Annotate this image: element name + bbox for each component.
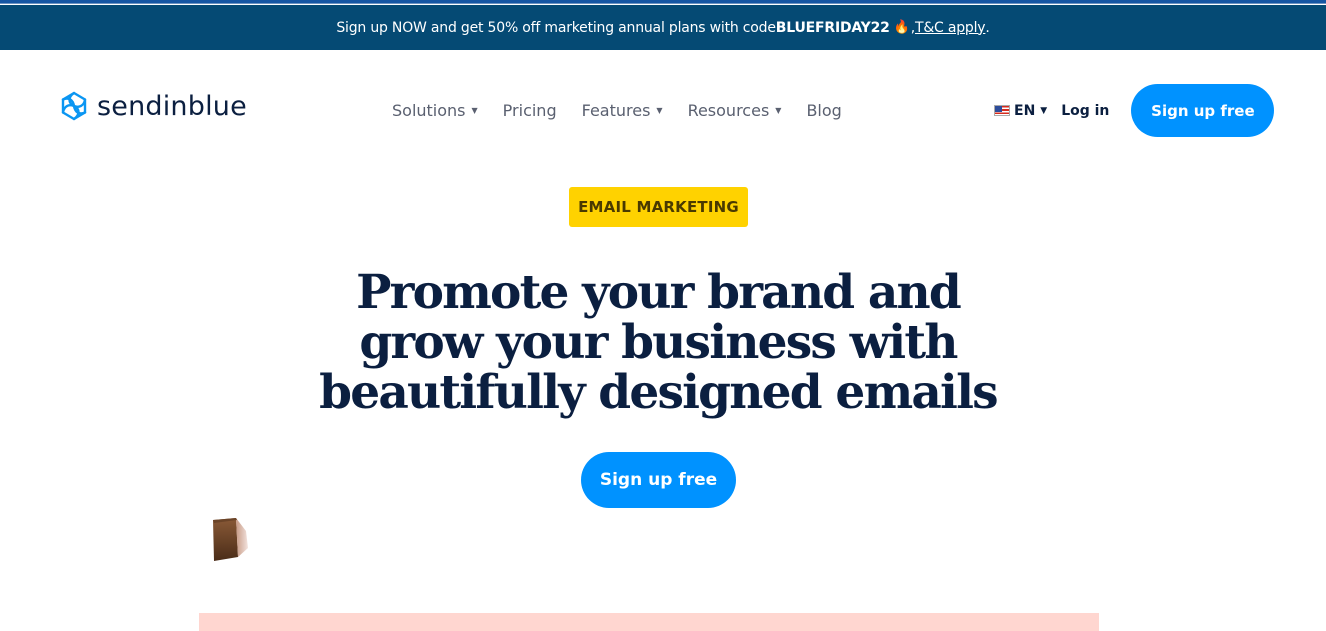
sendinblue-swirl-icon xyxy=(61,91,87,121)
terms-link[interactable]: T&C apply xyxy=(915,20,986,36)
nav-blog-label: Blog xyxy=(806,100,842,120)
hero-headline: Promote your brand and grow your busines… xyxy=(300,268,1016,418)
hero-preview-panel xyxy=(199,613,1099,631)
nav-features[interactable]: Features ▼ xyxy=(582,101,663,120)
logo-wordmark: sendinblue xyxy=(97,90,247,122)
headline-line-2: grow your business with xyxy=(359,315,958,370)
nav-features-label: Features xyxy=(581,100,651,120)
promo-text: Sign up NOW and get 50% off marketing an… xyxy=(336,19,776,36)
nav-pricing[interactable]: Pricing xyxy=(503,101,557,120)
header-actions: EN ▼ Log in Sign up free xyxy=(994,84,1275,137)
chevron-down-icon: ▼ xyxy=(471,105,478,115)
nav-pricing-label: Pricing xyxy=(502,100,557,120)
login-link[interactable]: Log in xyxy=(1061,103,1109,119)
nav-solutions[interactable]: Solutions ▼ xyxy=(392,101,478,120)
wooden-cube-image xyxy=(213,518,248,561)
us-flag-icon xyxy=(994,105,1010,116)
promo-code: BLUEFRIDAY22 xyxy=(775,19,890,36)
language-selector[interactable]: EN ▼ xyxy=(994,103,1047,119)
language-code: EN xyxy=(1014,102,1036,119)
promo-banner: Sign up NOW and get 50% off marketing an… xyxy=(0,5,1326,50)
nav-resources[interactable]: Resources ▼ xyxy=(688,101,782,120)
nav-blog[interactable]: Blog xyxy=(806,101,841,120)
header-signup-button[interactable]: Sign up free xyxy=(1131,84,1275,137)
fire-icon: 🔥 xyxy=(893,20,910,35)
browser-top-strip xyxy=(0,0,1326,4)
chevron-down-icon: ▼ xyxy=(775,105,782,115)
nav-solutions-label: Solutions xyxy=(392,100,466,120)
promo-period: . xyxy=(985,19,990,36)
main-nav: Solutions ▼ Pricing Features ▼ Resources… xyxy=(392,98,867,122)
nav-resources-label: Resources xyxy=(687,100,770,120)
chevron-down-icon: ▼ xyxy=(656,105,663,115)
chevron-down-icon: ▼ xyxy=(1040,105,1048,116)
sendinblue-logo[interactable]: sendinblue xyxy=(58,90,247,122)
headline-line-1: Promote your brand and xyxy=(356,265,962,320)
email-marketing-badge: EMAIL MARKETING xyxy=(569,187,748,227)
headline-line-3: beautifully designed emails xyxy=(319,365,998,420)
hero-signup-button[interactable]: Sign up free xyxy=(581,452,736,508)
